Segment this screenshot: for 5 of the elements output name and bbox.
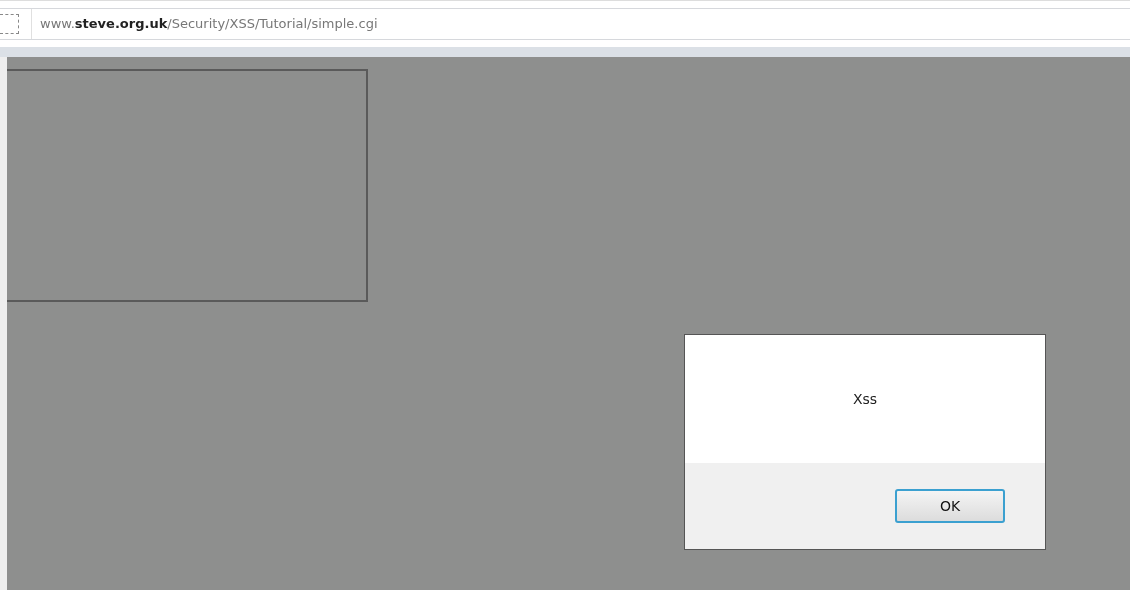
page-icon bbox=[0, 14, 19, 34]
alert-message: Xss bbox=[852, 391, 878, 407]
address-bar[interactable]: www.steve.org.uk/Security/XSS/Tutorial/simple.cgi bbox=[0, 8, 1130, 40]
ok-button[interactable]: OK bbox=[895, 489, 1005, 523]
url-text: www.steve.org.uk/Security/XSS/Tutorial/simple.cgi bbox=[31, 9, 378, 39]
